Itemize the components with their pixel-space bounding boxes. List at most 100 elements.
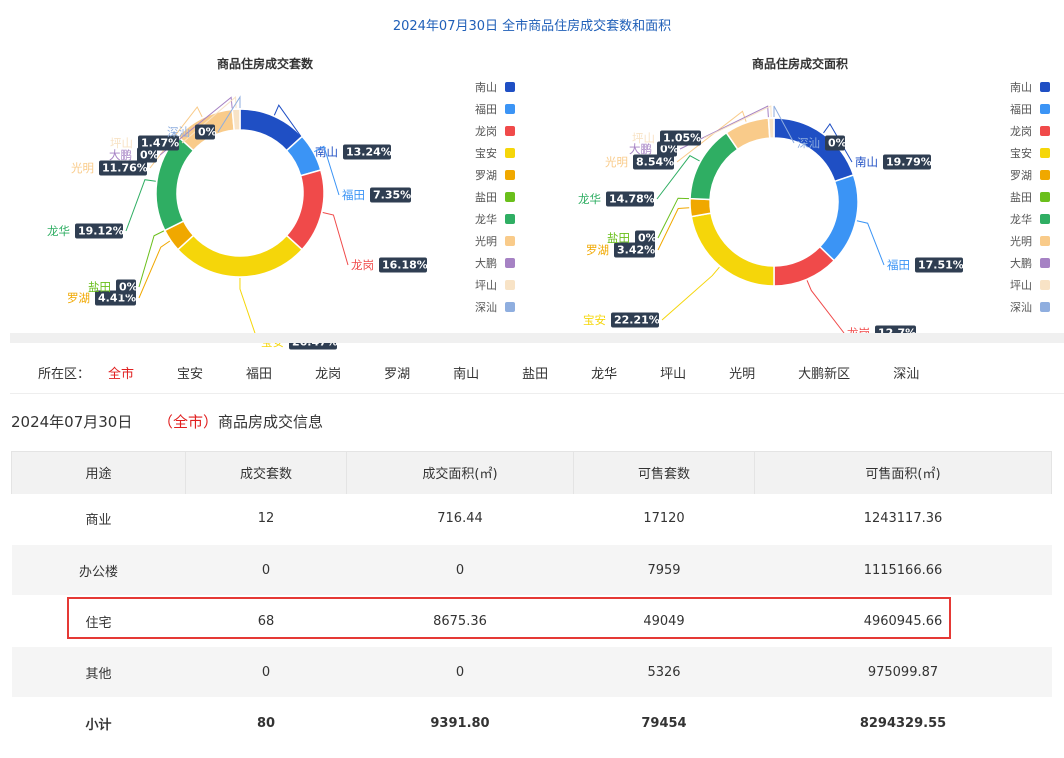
filter-item[interactable]: 光明 (729, 367, 755, 382)
legend-item[interactable]: 宝安 (475, 142, 515, 164)
slice-name-label: 龙岗 (351, 258, 374, 272)
legend-item[interactable]: 深汕 (1010, 296, 1050, 318)
table-cell: 1243117.36 (754, 493, 1052, 545)
table-cell: 9391.80 (346, 697, 574, 749)
legend-item[interactable]: 盐田 (1010, 186, 1050, 208)
legend-swatch (1040, 302, 1050, 312)
legend-swatch (505, 236, 515, 246)
legend-item[interactable]: 龙岗 (475, 120, 515, 142)
legend-item[interactable]: 福田 (1010, 98, 1050, 120)
slice-name-label: 坪山 (632, 131, 655, 145)
table-cell: 12 (185, 493, 347, 545)
slice-name-label: 大鹏 (109, 148, 132, 162)
slice-name-label: 光明 (71, 161, 94, 175)
legend-item[interactable]: 宝安 (1010, 142, 1050, 164)
slice-pct-label: 0% (638, 232, 657, 245)
filter-item[interactable]: 大鹏新区 (798, 367, 850, 382)
legend-label: 宝安 (475, 147, 497, 160)
legend-item[interactable]: 坪山 (1010, 274, 1050, 296)
donut-slice[interactable] (231, 108, 241, 132)
legend-item[interactable]: 大鹏 (475, 252, 515, 274)
table-cell: 0 (346, 646, 574, 698)
info-title: 2024年07月30日 （全市）商品房成交信息 (11, 411, 323, 432)
donut-slice[interactable] (690, 212, 775, 287)
donut-slice[interactable] (176, 234, 304, 278)
legend-label: 大鹏 (475, 257, 497, 270)
donut-slice[interactable] (773, 245, 836, 287)
leader-line (138, 230, 165, 288)
filter-item[interactable]: 盐田 (522, 367, 548, 382)
leader-line (856, 220, 885, 266)
legend-item[interactable]: 罗湖 (475, 164, 515, 186)
filter-item[interactable]: 深汕 (893, 367, 919, 382)
table-header-cell: 用途 (11, 451, 186, 494)
table-cell: 49049 (573, 595, 755, 647)
slice-name-label: 宝安 (583, 313, 606, 327)
legend-swatch (505, 214, 515, 224)
table-cell: 0 (185, 646, 347, 698)
slice-name-label: 光明 (605, 155, 628, 169)
table-cell: 8294329.55 (754, 697, 1052, 749)
legend-swatch (505, 170, 515, 180)
slice-pct-label: 22.21% (614, 314, 660, 327)
legend-item[interactable]: 光明 (475, 230, 515, 252)
transaction-table: 用途 成交套数 成交面积(㎡) 可售套数 可售面积(㎡) 商业 12 716.4… (11, 451, 1052, 749)
legend-item[interactable]: 坪山 (475, 274, 515, 296)
slice-name-label: 深汕 (797, 136, 820, 150)
donut-slice[interactable] (767, 117, 775, 139)
legend-item[interactable]: 龙华 (1010, 208, 1050, 230)
slice-pct-label: 7.35% (373, 189, 411, 202)
table-cell: 716.44 (346, 493, 574, 545)
slice-label: 福田 7.35% (342, 187, 411, 203)
legend-item[interactable]: 罗湖 (1010, 164, 1050, 186)
legend-label: 坪山 (475, 279, 497, 292)
legend-item[interactable]: 大鹏 (1010, 252, 1050, 274)
legend-item[interactable]: 福田 (475, 98, 515, 120)
slice-label: 龙岗 16.18% (351, 257, 428, 273)
legend-swatch (505, 126, 515, 136)
slice-name-label: 福田 (887, 258, 910, 272)
legend-item[interactable]: 盐田 (475, 186, 515, 208)
donut-slice[interactable] (818, 174, 859, 262)
legend: 南山 福田 龙岗宝安罗湖 盐田 龙华 光明大鹏坪山深汕 (475, 76, 515, 318)
legend-item[interactable]: 龙岗 (1010, 120, 1050, 142)
table-cell: 80 (185, 697, 347, 749)
donut-slice[interactable] (689, 197, 712, 218)
count-donut-svg: 南山13.24%福田7.35%龙岗16.18%宝安26.47%罗湖4.41%盐田… (47, 95, 428, 350)
filter-item[interactable]: 龙华 (591, 367, 617, 382)
table-header-row: 用途 成交套数 成交面积(㎡) 可售套数 可售面积(㎡) (11, 451, 1052, 494)
legend-item[interactable]: 深汕 (475, 296, 515, 318)
table-header-cell: 成交面积(㎡) (346, 451, 574, 494)
filter-item[interactable]: 宝安 (177, 367, 203, 382)
filter-item[interactable]: 南山 (453, 367, 479, 382)
donut-slice[interactable] (285, 169, 325, 251)
legend-label: 龙岗 (1010, 125, 1032, 138)
slice-name-label: 罗湖 (586, 243, 609, 257)
leader-line (806, 280, 845, 334)
table-row: 住宅 68 8675.36 49049 4960945.66 (11, 595, 1052, 647)
legend-item[interactable]: 南山 (1010, 76, 1050, 98)
slice-pct-label: 16.18% (382, 259, 428, 272)
slice-name-label: 南山 (315, 145, 338, 159)
table-cell: 4960945.66 (754, 595, 1052, 647)
slice-label: 光明 8.54% (605, 154, 674, 170)
legend-item[interactable]: 光明 (1010, 230, 1050, 252)
filter-item[interactable]: 罗湖 (384, 367, 410, 382)
slice-pct-label: 11.76% (102, 162, 148, 175)
legend-item[interactable]: 南山 (475, 76, 515, 98)
legend-item[interactable]: 龙华 (475, 208, 515, 230)
slice-label: 光明 11.76% (71, 160, 148, 176)
area-donut-chart: 商品住房成交面积 南山19.79%福田17.51%龙岗12.7%宝安22.21%… (532, 50, 1064, 341)
filter-item[interactable]: 坪山 (660, 367, 686, 382)
table-row: 商业 12 716.44 17120 1243117.36 (11, 493, 1052, 545)
legend-label: 深汕 (475, 301, 497, 314)
filter-item[interactable]: 龙岗 (315, 367, 341, 382)
table-cell: 79454 (573, 697, 755, 749)
filter-item[interactable]: 福田 (246, 367, 272, 382)
table-cell: 5326 (573, 646, 755, 698)
filter-item[interactable]: 全市 (108, 367, 134, 382)
slice-pct-label: 13.24% (346, 146, 392, 159)
info-suffix: 商品房成交信息 (217, 413, 323, 431)
legend-label: 坪山 (1010, 279, 1032, 292)
table-row: 其他 0 0 5326 975099.87 (11, 646, 1052, 698)
